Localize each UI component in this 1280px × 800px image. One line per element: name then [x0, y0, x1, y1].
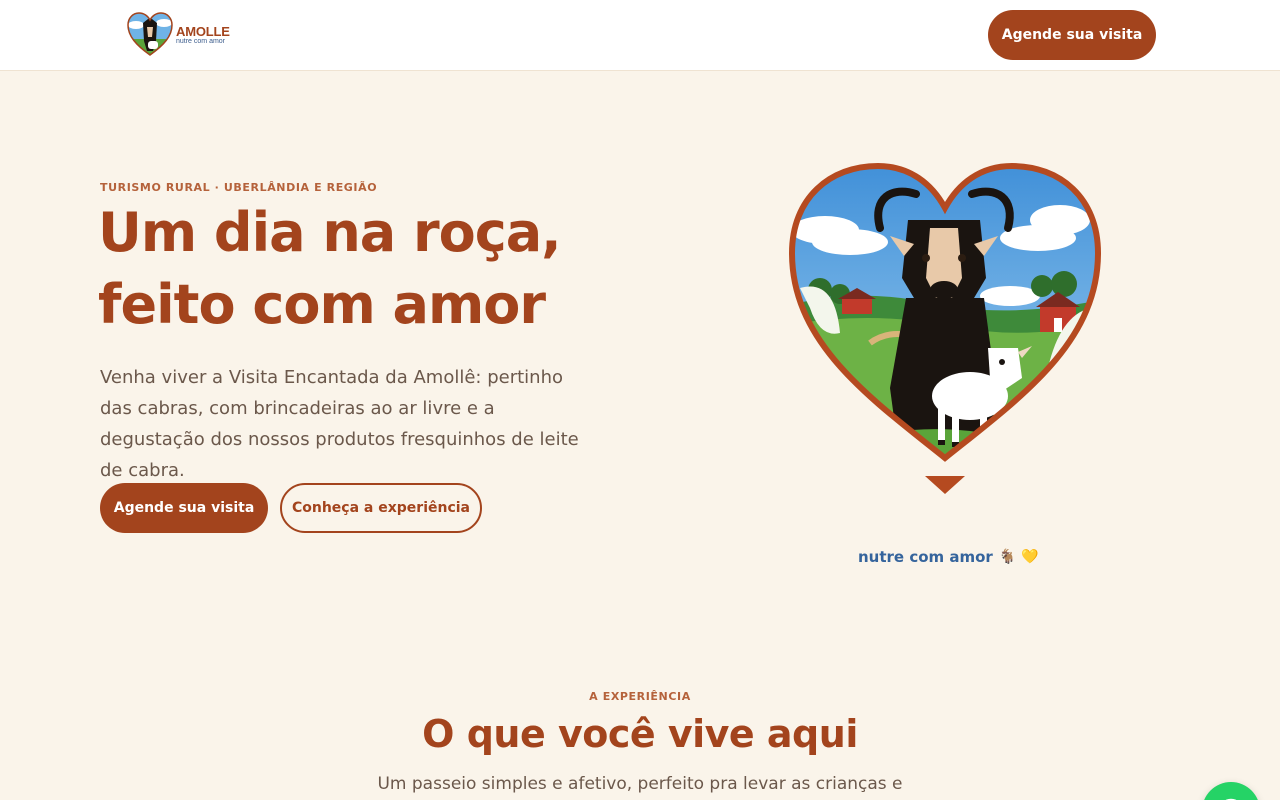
hero-description: Venha viver a Visita Encantada da Amollê… — [100, 367, 579, 481]
logo-heart-icon — [127, 12, 173, 56]
logo-tagline: nutre com amor — [176, 38, 226, 45]
goat-heart-emoji-icon: 🐐 💛 — [998, 549, 1039, 565]
experience-description: Um passeio simples e afetivo, perfeito p… — [377, 774, 903, 794]
experience-title: O que você vive aqui — [422, 712, 858, 756]
hero-art-tagline: nutre com amor 🐐 💛 — [858, 548, 1039, 566]
header-schedule-button[interactable]: Agende sua visita — [988, 10, 1156, 60]
hero-goat-heart-illustration — [788, 162, 1102, 494]
experience-eyebrow: A EXPERIÊNCIA — [589, 690, 691, 703]
logo-name: AMOLLE — [176, 24, 230, 39]
hero-title-line1: Um dia na roça, — [98, 201, 562, 264]
logo[interactable]: AMOLLE nutre com amor — [126, 11, 230, 57]
hero-title-line2: feito com amor — [98, 273, 546, 336]
hero-schedule-button[interactable]: Agende sua visita — [100, 483, 268, 533]
site-header: AMOLLE nutre com amor Agende sua visita — [0, 0, 1280, 71]
whatsapp-icon — [1225, 798, 1237, 800]
logo-text: AMOLLE nutre com amor — [176, 25, 230, 46]
hero-eyebrow: TURISMO RURAL · UBERLÂNDIA E REGIÃO — [100, 181, 378, 194]
hero-title: Um dia na roça, feito com amor — [98, 197, 618, 341]
art-tagline-text: nutre com amor — [858, 548, 993, 566]
hero-experience-button[interactable]: Conheça a experiência — [280, 483, 482, 533]
